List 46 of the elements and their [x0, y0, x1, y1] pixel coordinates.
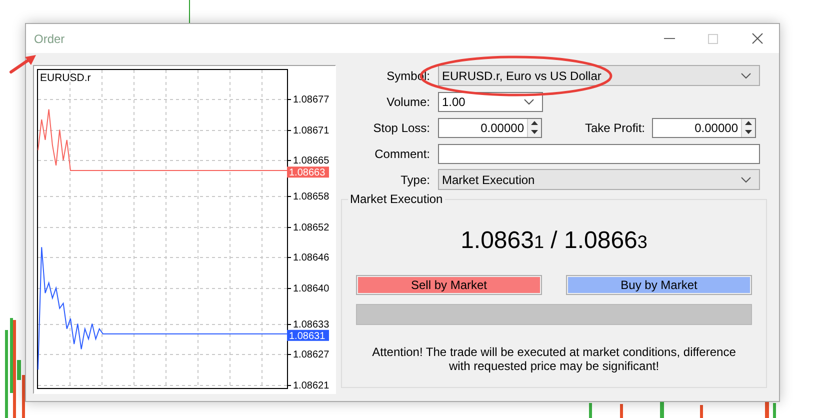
up-arrow-icon: [745, 121, 752, 125]
price-label: 1.08627: [293, 350, 330, 360]
candlestick: [589, 403, 592, 418]
warning-text: Attention! The trade will be executed at market conditions, difference with requested price may be significant!: [372, 345, 736, 373]
chevron-down-icon: [741, 176, 751, 182]
price-label: 1.08640: [293, 284, 330, 294]
price-label: 1.08665: [293, 156, 330, 166]
price-label: 1.08671: [293, 126, 330, 136]
down-arrow-icon: [531, 130, 538, 134]
buy-button[interactable]: Buy by Market: [566, 275, 752, 295]
price-tag: 1.08663: [287, 166, 329, 179]
field-label: Volume:: [386, 94, 430, 108]
minimize-icon: [664, 38, 674, 39]
candlestick: [700, 405, 703, 418]
field-label: Comment:: [374, 146, 430, 160]
price-label: 1.08652: [293, 222, 330, 234]
price-label: 1.08658: [293, 192, 330, 202]
candlestick: [773, 403, 776, 418]
input-field[interactable]: [438, 144, 760, 164]
price-tag: 1.08631: [287, 330, 329, 342]
chart-line: [189, 0, 190, 24]
dropdown[interactable]: EURUSD.r, Euro vs US Dollar: [438, 65, 760, 86]
down-arrow-icon: [745, 130, 752, 134]
spinner-control[interactable]: [527, 118, 541, 136]
candlestick: [660, 402, 664, 418]
window-title: Order: [34, 32, 66, 46]
group-title: Market Execution: [348, 192, 445, 206]
price-label: 1.08646: [293, 252, 330, 264]
sell-button[interactable]: Sell by Market: [356, 275, 542, 295]
spinner-control[interactable]: [741, 118, 755, 136]
number-field[interactable]: 0.00000: [438, 118, 542, 138]
symbol-label: EURUSD.r: [40, 72, 91, 84]
up-arrow-icon: [531, 121, 538, 125]
maximize-icon: [708, 34, 718, 44]
close-icon: [752, 33, 762, 44]
chevron-down-icon: [524, 98, 534, 104]
dropdown[interactable]: Market Execution: [438, 169, 760, 190]
number-field[interactable]: 0.00000: [652, 118, 756, 138]
candlestick: [620, 404, 623, 418]
field-label: Take Profit:: [584, 120, 645, 134]
price-label: 1.08677: [293, 94, 330, 106]
field-label: Stop Loss:: [372, 120, 430, 134]
price-label: 1.08621: [293, 380, 330, 392]
chevron-down-icon: [741, 72, 751, 78]
price-label: 1.08633: [293, 320, 330, 330]
field-label: Type:: [400, 172, 430, 186]
